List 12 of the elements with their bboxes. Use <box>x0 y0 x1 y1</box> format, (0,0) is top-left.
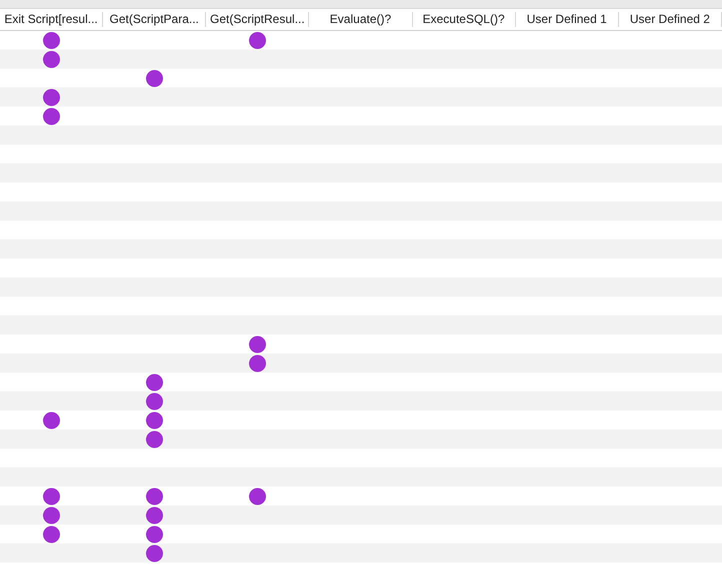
table-row[interactable] <box>0 506 722 525</box>
table-row[interactable] <box>0 411 722 430</box>
column-header[interactable]: Evaluate()? <box>309 12 413 27</box>
table-row[interactable] <box>0 487 722 506</box>
column-header[interactable]: Get(ScriptPara... <box>103 12 206 27</box>
column-header[interactable]: User Defined 1 <box>516 12 619 27</box>
table-row[interactable] <box>0 525 722 544</box>
column-header[interactable]: Exit Script[resul... <box>0 12 104 27</box>
column-header[interactable]: ExecuteSQL()? <box>412 12 516 27</box>
table-row[interactable] <box>0 31 722 50</box>
column-header[interactable]: Get(ScriptResul... <box>206 12 310 27</box>
column-header[interactable]: User Defined 2 <box>618 12 722 27</box>
